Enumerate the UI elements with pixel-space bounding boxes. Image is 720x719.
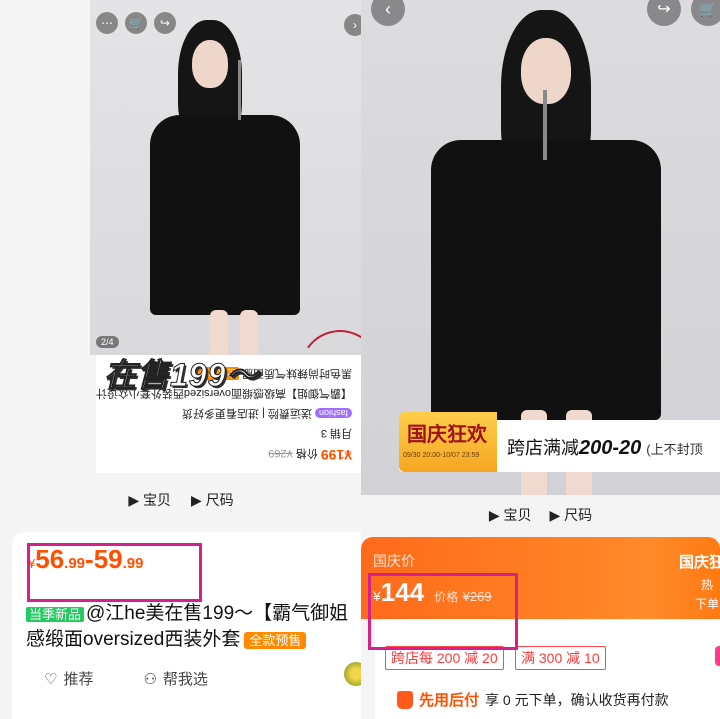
promo-text: 跨店满减200-20 (上不封顶 xyxy=(507,434,703,460)
presale-tag: 全款预售 xyxy=(244,632,307,649)
promo-amount: 200-20 xyxy=(579,437,642,459)
badge-date: 09/30 20:00-10/07 23:59 xyxy=(403,452,480,459)
heart-icon: ♡ xyxy=(44,670,58,688)
earring xyxy=(543,90,547,160)
pay-later-title: 先用后付 xyxy=(419,692,480,709)
holiday-side-info: 国庆狂 热 下单 xyxy=(679,551,720,612)
title-text-1: @江he美在售199～【霸气御姐 xyxy=(86,603,349,624)
card-sales: 月销 3 xyxy=(320,427,352,439)
holiday-price-label: 国庆价 xyxy=(373,553,415,569)
people-icon: ⚇ xyxy=(143,670,157,688)
promo-prefix: 跨店满减 xyxy=(507,438,579,458)
coupon-store[interactable]: 满 300 减 10 xyxy=(515,646,606,670)
pay-later-row[interactable]: 先用后付 享 0 元下单，确认收货再付款 xyxy=(397,689,669,710)
share-icon[interactable]: ↪ xyxy=(154,12,176,34)
side-line-2: 热 xyxy=(701,578,714,592)
promo-banner[interactable]: 国庆狂欢 09/30 20:00-10/07 23:59 跨店满减200-20 … xyxy=(399,412,720,472)
help-choose-label: 帮我选 xyxy=(162,671,208,688)
right-tab-bar: ▶ 宝贝 ▶ 尺码 xyxy=(361,505,720,525)
left-screenshot: ⋯ 🛒 ↪ › 2/4 ¥199 价格 ¥269 月销 3 fashion 送运… xyxy=(0,0,362,719)
tab-label: 宝贝 xyxy=(503,507,532,523)
highlight-box xyxy=(27,543,202,602)
side-line-3: 下单 xyxy=(695,597,720,611)
new-season-tag: 当季新品 xyxy=(26,607,85,622)
card-price: ¥199 xyxy=(320,447,352,463)
avatar[interactable] xyxy=(344,662,362,686)
overlay-caption: 在售199～ xyxy=(103,357,260,394)
left-action-row: ♡ 推荐 ⚇ 帮我选 xyxy=(44,668,208,689)
tab-size[interactable]: ▶ 尺码 xyxy=(191,490,234,510)
right-screenshot: ‹ ↪ 🛒 国庆狂欢 09/30 20:00-10/07 23:59 跨店满减2… xyxy=(361,0,720,719)
title-text-2: 感缎面oversized西装外套 xyxy=(26,629,241,650)
tab-item[interactable]: ▶ 宝贝 xyxy=(128,490,171,510)
side-title: 国庆狂 xyxy=(679,554,720,571)
badge-title: 国庆狂欢 xyxy=(407,424,487,446)
recommend-label: 推荐 xyxy=(63,671,94,688)
cart-icon[interactable]: 🛒 xyxy=(125,12,147,34)
title-line-1: 当季新品 @江he美在售199～【霸气御姐 xyxy=(26,598,348,625)
tab-label: 尺码 xyxy=(564,507,593,523)
tab-label: 宝贝 xyxy=(143,492,171,508)
card-price-was: ¥269 xyxy=(268,447,293,459)
more-coupons-icon[interactable] xyxy=(715,646,720,666)
holiday-badge: 国庆狂欢 09/30 20:00-10/07 23:59 xyxy=(399,412,497,472)
tab-label: 尺码 xyxy=(205,492,234,508)
tab-size[interactable]: ▶ 尺码 xyxy=(550,505,593,525)
photo-counter: 2/4 xyxy=(96,336,119,348)
chevron-right-icon[interactable]: › xyxy=(344,14,362,36)
product-photo[interactable] xyxy=(90,0,362,355)
promo-suffix: (上不封顶 xyxy=(646,442,703,457)
left-tab-bar: ▶ 宝贝 ▶ 尺码 xyxy=(0,490,362,510)
bag-icon xyxy=(397,690,413,709)
earring xyxy=(238,60,241,120)
highlight-box xyxy=(368,573,518,650)
title-line-2: 感缎面oversized西装外套 全款预售 xyxy=(26,624,307,651)
recommend-button[interactable]: ♡ 推荐 xyxy=(44,668,93,689)
help-choose-button[interactable]: ⚇ 帮我选 xyxy=(143,668,207,689)
pay-later-text: 享 0 元下单，确认收货再付款 xyxy=(485,691,669,708)
tab-item[interactable]: ▶ 宝贝 xyxy=(489,505,532,525)
left-top-toolbar: ⋯ 🛒 ↪ xyxy=(96,12,176,34)
shop-text: 送运费险 | 进店看更多好货 xyxy=(181,407,312,419)
more-icon[interactable]: ⋯ xyxy=(96,12,118,34)
card-price-label: 价格 xyxy=(295,447,318,459)
